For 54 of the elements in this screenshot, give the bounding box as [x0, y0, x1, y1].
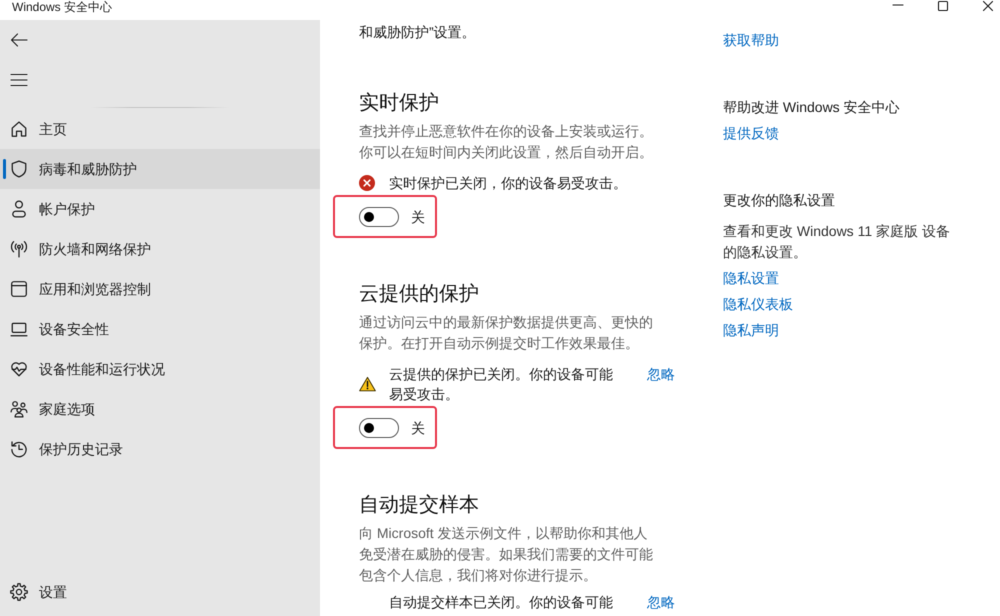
minimize-icon: [893, 4, 903, 6]
error-icon: [359, 175, 375, 191]
person-icon: [10, 200, 28, 218]
alert-text: 云提供的保护已关闭。你的设备可能易受攻击。: [389, 365, 614, 404]
history-icon: [10, 440, 28, 458]
section-description: 通过访问云中的最新保护数据提供更高、更快的保护。在打开自动示例提交时工作效果最佳。: [359, 313, 654, 353]
nav-item[interactable]: 主页: [0, 109, 320, 149]
gear-icon: [10, 583, 28, 601]
home-icon: [10, 120, 28, 138]
nav-item[interactable]: 保护历史记录: [0, 429, 320, 469]
section-title: 更改你的隐私设置: [723, 191, 836, 210]
section-heading: 云提供的保护: [359, 282, 480, 307]
section-description: 向 Microsoft 发送示例文件，以帮助你和其他人免受潜在威胁的侵害。如果我们需要的文件可能包含个人信息，我们将对你进行提示。: [359, 524, 654, 585]
nav-item[interactable]: 家庭选项: [0, 389, 320, 429]
section-heading: 自动提交样本: [359, 493, 480, 518]
nav-item[interactable]: 病毒和威胁防护: [0, 149, 320, 189]
toggle-switch[interactable]: [359, 206, 399, 226]
section-heading: 实时保护: [359, 91, 440, 116]
laptop-icon: [10, 320, 28, 338]
section-description: 查找并停止恶意软件在你的设备上安装或运行。你可以在短时间内关闭此设置，然后自动开启。: [359, 122, 654, 162]
toggle-state-label: 关: [411, 418, 425, 438]
window-icon: [10, 280, 28, 298]
link[interactable]: 提供反馈: [723, 122, 779, 144]
toggle-switch[interactable]: [359, 418, 399, 438]
toggle-state-label: 关: [411, 208, 425, 226]
heart-pulse-icon: [10, 360, 28, 378]
section-text: 查看和更改 Windows 11 家庭版 设备的隐私设置。: [723, 222, 951, 262]
nav-item[interactable]: 帐户保护: [0, 189, 320, 229]
nav-item[interactable]: 防火墙和网络保护: [0, 229, 320, 269]
maximize-button[interactable]: [938, 1, 948, 11]
nav-item[interactable]: 设置: [0, 572, 320, 612]
section-title: 帮助改进 Windows 安全中心: [723, 98, 901, 117]
alert-text: 自动提交样本已关闭。你的设备可能: [389, 593, 614, 612]
people-icon: [10, 400, 28, 418]
close-icon: [983, 1, 993, 11]
link[interactable]: 隐私声明: [723, 319, 779, 341]
nav-item[interactable]: 应用和浏览器控制: [0, 269, 320, 309]
dismiss-link[interactable]: 忽略: [647, 364, 675, 384]
window-title: Windows 安全中心: [11, 0, 112, 14]
link[interactable]: 隐私仪表板: [723, 293, 793, 315]
alert-text: 实时保护已关闭，你的设备易受攻击。: [389, 174, 628, 193]
intro-text: 和威胁防护”设置。: [359, 23, 477, 42]
antenna-icon: [10, 240, 28, 258]
link[interactable]: 隐私设置: [723, 267, 779, 289]
warning-icon: [358, 376, 376, 392]
maximize-icon: [938, 1, 948, 11]
link[interactable]: 获取帮助: [723, 29, 779, 51]
nav-item[interactable]: 设备安全性: [0, 309, 320, 349]
close-button[interactable]: [983, 1, 993, 11]
shield-icon: [10, 160, 28, 178]
dismiss-link[interactable]: 忽略: [647, 592, 675, 612]
menu-icon: [11, 74, 27, 86]
nav-item[interactable]: 设备性能和运行状况: [0, 349, 320, 389]
arrow-left-icon: [10, 33, 28, 47]
